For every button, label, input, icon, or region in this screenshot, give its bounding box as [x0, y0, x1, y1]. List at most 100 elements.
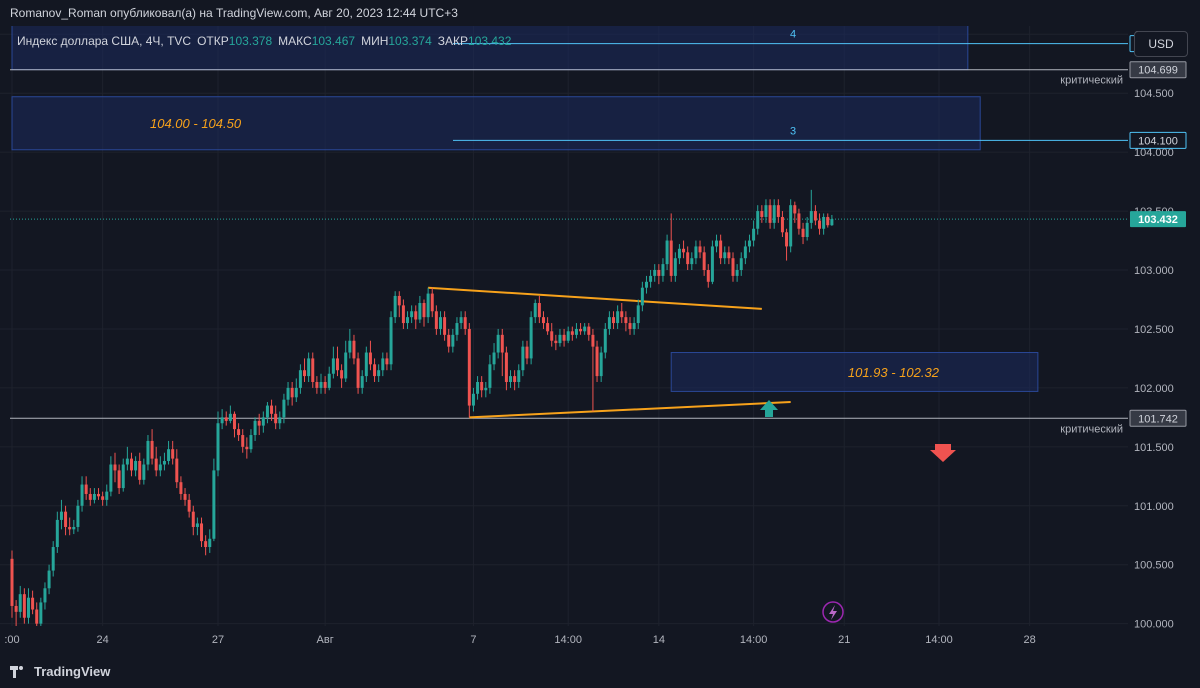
price-tick-label: 104.000 — [1134, 147, 1174, 159]
candle-body — [525, 346, 529, 359]
lightning-bolt-icon — [829, 605, 837, 620]
candle-body — [822, 216, 826, 229]
price-tick-label: 102.000 — [1134, 383, 1174, 395]
candle-body — [364, 352, 368, 377]
candle-body — [739, 258, 743, 271]
currency-button[interactable]: USD — [1134, 31, 1188, 57]
candle-body — [393, 295, 397, 318]
candle-body — [220, 417, 224, 424]
candle-body — [743, 246, 747, 259]
candle-body — [715, 240, 719, 247]
candle-body — [690, 258, 694, 265]
candle-body — [632, 323, 636, 329]
price-tick-label: 104.500 — [1134, 88, 1174, 100]
candle-body — [406, 317, 410, 324]
legend-close-label: ЗАКР — [438, 34, 468, 48]
candle-body — [579, 328, 583, 332]
time-tick-label: :00 — [4, 634, 19, 646]
candle-body — [818, 220, 822, 229]
candle-body — [813, 211, 817, 221]
candle-body — [245, 446, 249, 450]
candle-body — [183, 493, 187, 500]
candle-body — [566, 331, 570, 341]
candle-body — [187, 499, 191, 512]
candle-body — [801, 228, 805, 238]
price-axis[interactable]: 100.000 100.500 101.000 101.500 102.000 102.5… — [1128, 26, 1200, 656]
candle-body — [809, 211, 813, 223]
candle-body — [200, 523, 204, 542]
chart-area[interactable]: 104.00 - 104.50 101.93 - 102.32 4 критичес… — [0, 21, 1200, 656]
candle-body — [463, 317, 467, 329]
candle-body — [649, 275, 653, 282]
candle-body — [710, 246, 714, 282]
candle-body — [574, 328, 578, 335]
tradingview-logo[interactable]: TradingView — [10, 664, 110, 679]
candle-body — [265, 405, 269, 418]
time-tick-label: 14:00 — [740, 634, 768, 646]
candle-body — [97, 493, 101, 497]
candle-body — [352, 340, 356, 359]
time-axis[interactable]: :00 24 27 Авг 7 14:00 14 14:00 21 14:00 28 — [4, 634, 1035, 646]
candle-body — [319, 381, 323, 388]
candle-body — [677, 248, 681, 259]
candle-body — [776, 205, 780, 217]
candle-body — [686, 252, 690, 265]
trendline — [428, 286, 762, 310]
candle-body — [26, 597, 30, 618]
candle-body — [789, 205, 793, 247]
candle-body — [443, 317, 447, 335]
candle-body — [760, 211, 764, 217]
candle-body — [72, 526, 76, 530]
candle-body — [484, 387, 488, 391]
candle-body — [805, 222, 809, 238]
candle-body — [636, 305, 640, 324]
candle-body — [517, 370, 521, 382]
candle-body — [298, 370, 302, 388]
candle-body — [756, 211, 760, 229]
time-tick-label: Авг — [317, 634, 334, 646]
legend-symbol: Индекс доллара США, 4Ч, TVC — [17, 34, 191, 48]
candle-body — [706, 270, 710, 282]
time-tick-label: 14:00 — [925, 634, 953, 646]
candle-body — [521, 346, 525, 371]
candle-body — [471, 393, 475, 406]
candle-body — [84, 484, 88, 494]
candlestick-chart[interactable]: 104.00 - 104.50 101.93 - 102.32 4 критичес… — [0, 21, 1200, 656]
candle-body — [698, 246, 702, 253]
time-tick-label: 24 — [97, 634, 109, 646]
candle-body — [550, 331, 554, 341]
candle-body — [257, 420, 261, 426]
candle-body — [537, 303, 541, 318]
candle-body — [414, 311, 418, 320]
candle-body — [274, 413, 278, 424]
candle-body — [290, 387, 294, 398]
candle-body — [125, 458, 129, 465]
candle-body — [47, 570, 51, 589]
candle-body — [154, 458, 158, 471]
candle-body — [340, 370, 344, 379]
candle-body — [640, 287, 644, 306]
candle-body — [735, 270, 739, 276]
target-label: 4 — [790, 29, 796, 41]
candle-body — [35, 609, 39, 624]
price-tick-label: 101.000 — [1134, 501, 1174, 513]
candle-body — [286, 387, 290, 400]
candle-body — [278, 417, 282, 424]
candle-body — [785, 232, 789, 247]
candle-body — [438, 317, 442, 329]
candle-body — [546, 323, 550, 332]
candle-body — [105, 491, 109, 500]
candle-body — [401, 305, 405, 324]
time-tick-label: 14 — [653, 634, 665, 646]
candle-body — [146, 440, 150, 465]
candle-body — [270, 405, 274, 414]
time-tick-label: 14:00 — [554, 634, 582, 646]
time-tick-label: 21 — [838, 634, 850, 646]
candle-body — [303, 370, 307, 377]
candle-body — [727, 252, 731, 259]
candle-body — [237, 429, 241, 436]
candle-body — [657, 270, 661, 276]
candle-body — [673, 258, 677, 276]
legend-open-label: ОТКР — [197, 34, 229, 48]
price-tick-label: 103.000 — [1134, 265, 1174, 277]
